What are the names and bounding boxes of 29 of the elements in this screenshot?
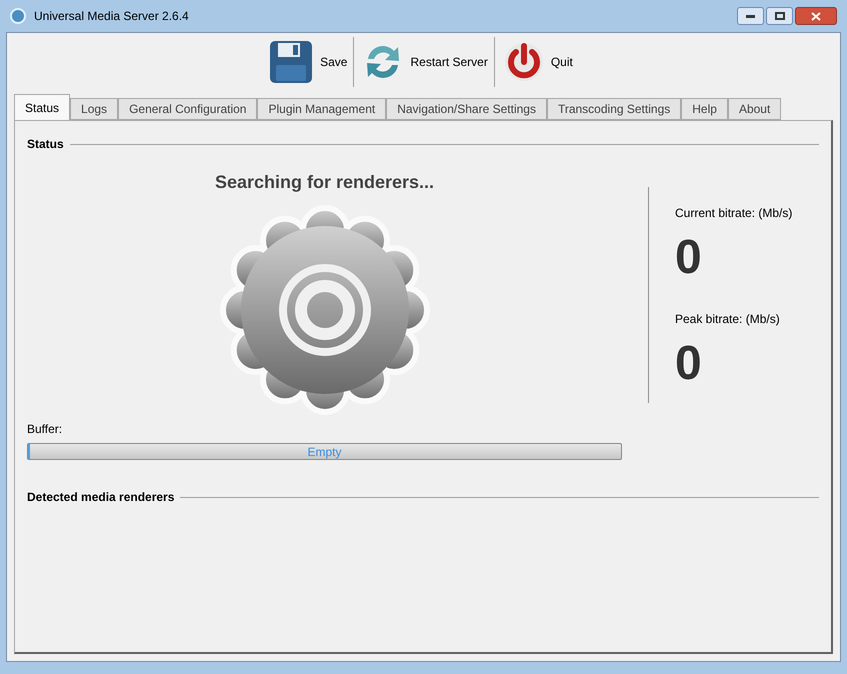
- minimize-icon: [746, 14, 755, 18]
- tab[interactable]: Logs: [70, 98, 118, 120]
- toolbar-button[interactable]: Save: [268, 39, 348, 85]
- buffer-label: Buffer:: [27, 421, 64, 438]
- tab[interactable]: Navigation/Share Settings: [386, 98, 547, 120]
- section-heading: Status: [27, 136, 64, 153]
- bitrate-value: 0: [675, 340, 703, 388]
- tab[interactable]: Plugin Management: [257, 98, 386, 120]
- toolbar-button[interactable]: Quit: [502, 41, 573, 83]
- bitrate-value: 0: [675, 234, 703, 282]
- section-heading: Detected media renderers: [27, 489, 174, 506]
- status-message: Searching for renderers...: [214, 171, 434, 194]
- tab[interactable]: About: [728, 98, 782, 120]
- minimize-button[interactable]: [737, 7, 764, 25]
- toolbar-button[interactable]: Restart Server: [362, 41, 488, 83]
- bitrate-label: Current bitrate: (Mb/s): [675, 205, 792, 222]
- app-logo-icon: [10, 8, 26, 24]
- tab[interactable]: Help: [681, 98, 728, 120]
- window-title: Universal Media Server 2.6.4: [34, 8, 189, 25]
- bitrate-label: Peak bitrate: (Mb/s): [675, 311, 781, 328]
- buffer-text: Empty: [307, 444, 342, 460]
- tab[interactable]: Status: [14, 94, 70, 120]
- close-button[interactable]: [795, 7, 837, 25]
- maximize-button[interactable]: [766, 7, 793, 25]
- tab[interactable]: Transcoding Settings: [546, 98, 682, 120]
- maximize-icon: [774, 12, 784, 20]
- tab[interactable]: General Configuration: [118, 98, 258, 120]
- close-icon: [811, 12, 821, 20]
- power-icon: [502, 41, 545, 83]
